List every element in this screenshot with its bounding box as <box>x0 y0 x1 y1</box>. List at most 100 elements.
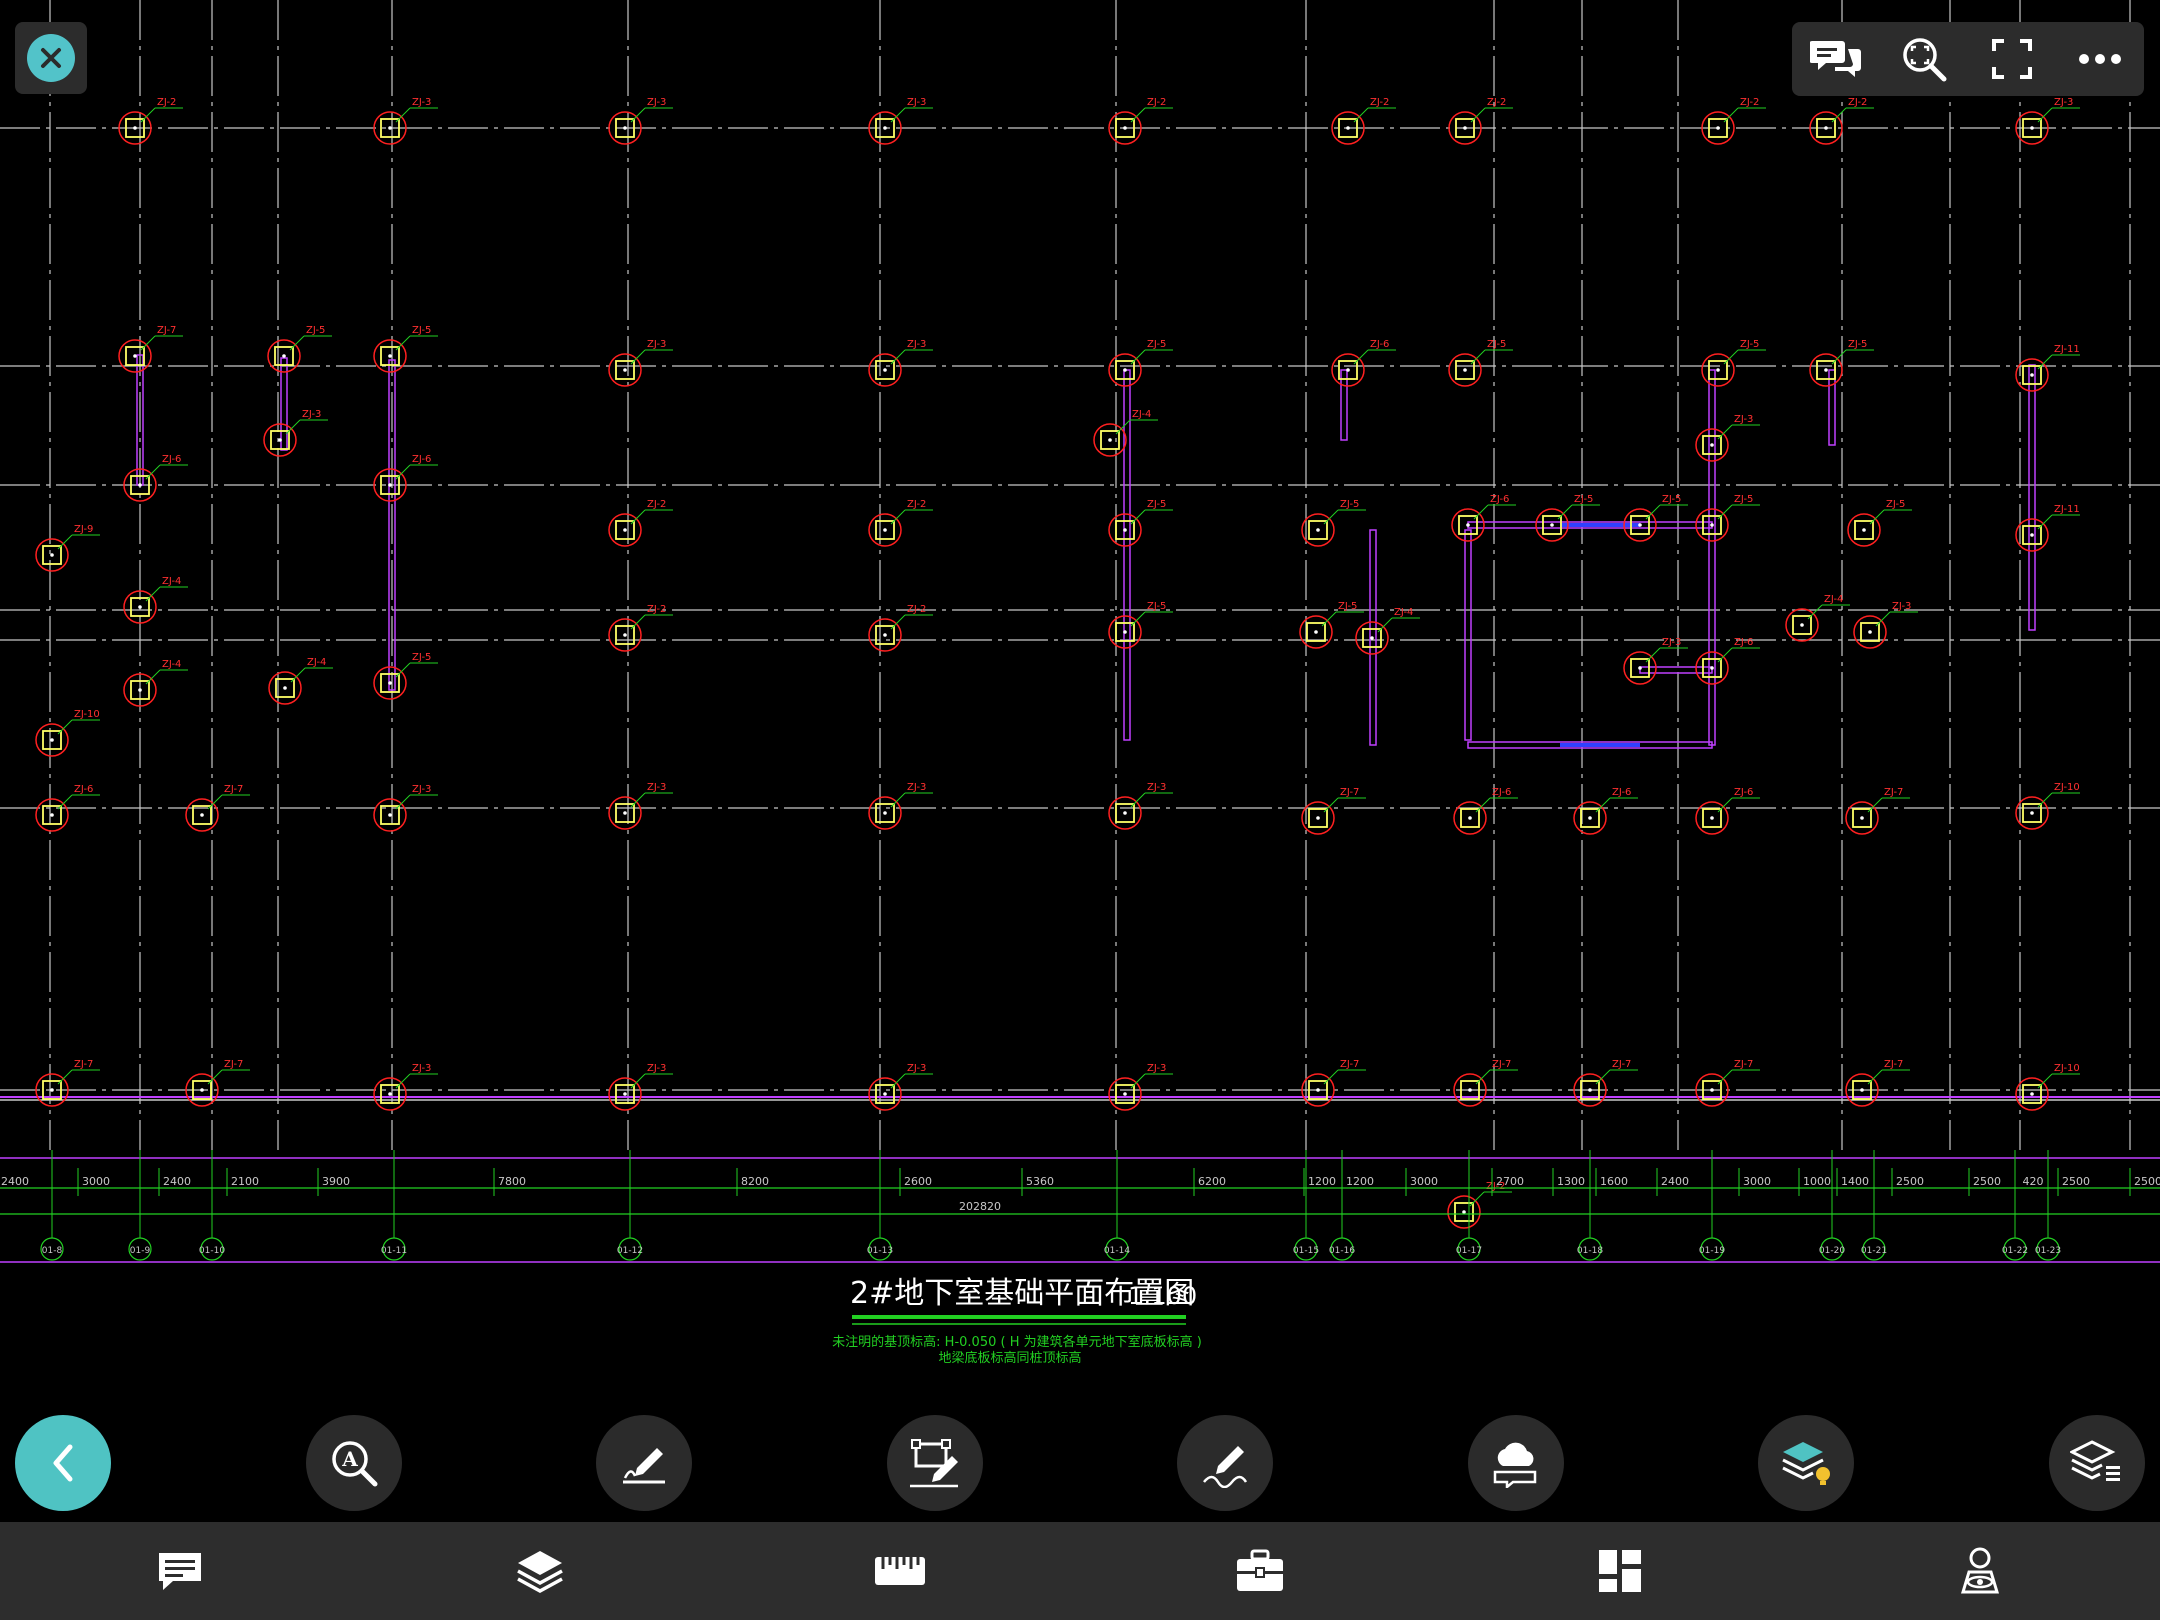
footing-center <box>1466 523 1470 527</box>
dimension-label: 2400 <box>163 1175 191 1188</box>
footing-label: ZJ-7 <box>157 325 176 336</box>
footing-label: ZJ-4 <box>162 659 181 670</box>
cloud-comment-button[interactable] <box>1468 1415 1564 1511</box>
footing-center <box>1800 623 1804 627</box>
close-button[interactable] <box>15 22 87 94</box>
dimension-label: 2400 <box>1661 1175 1689 1188</box>
footing-label: ZJ-7 <box>74 1059 93 1070</box>
footing-center <box>623 811 627 815</box>
footing-center <box>2030 373 2034 377</box>
footing-center <box>1123 368 1127 372</box>
footing-label: ZJ-2 <box>1147 97 1166 108</box>
footing-center <box>2030 126 2034 130</box>
footing-center <box>1710 443 1714 447</box>
text-search-icon: A <box>329 1438 379 1488</box>
axis-label: 01-13 <box>867 1246 893 1256</box>
back-button[interactable] <box>15 1415 111 1511</box>
footing-center <box>1463 126 1467 130</box>
footing-label: ZJ-9 <box>74 524 93 535</box>
beam <box>1708 369 1716 746</box>
footing-center <box>1588 1088 1592 1092</box>
dimension-label: 420 <box>2023 1175 2044 1188</box>
grid-icon[interactable] <box>1572 1531 1668 1611</box>
footing-center <box>2030 1092 2034 1096</box>
footing-label: ZJ-4 <box>162 576 181 587</box>
footing-label: ZJ-7 <box>1340 787 1359 798</box>
footing-label: ZJ-10 <box>2054 1063 2080 1074</box>
layer-list-button[interactable] <box>2049 1415 2145 1511</box>
footing-center <box>1824 126 1828 130</box>
dimension-label: 1600 <box>1600 1175 1628 1188</box>
footing-label: ZJ-6 <box>1490 494 1509 505</box>
footing-center <box>883 811 887 815</box>
dimension-label: 1300 <box>1557 1175 1585 1188</box>
dimension-label: 2500 <box>2062 1175 2090 1188</box>
footing-center <box>388 126 392 130</box>
footing-center <box>388 681 392 685</box>
footing-label: ZJ-6 <box>162 454 181 465</box>
markup-box-button[interactable] <box>887 1415 983 1511</box>
footing-center <box>1316 816 1320 820</box>
dimension-label: 5360 <box>1026 1175 1054 1188</box>
comment-icon[interactable] <box>132 1531 228 1611</box>
dimension-label: 2500 <box>1896 1175 1924 1188</box>
pen-sign-icon <box>619 1438 669 1488</box>
footing-label: ZJ-6 <box>74 784 93 795</box>
dimension-label: 1200 <box>1346 1175 1374 1188</box>
footing-center <box>1314 630 1318 634</box>
footing-label: ZJ-3 <box>647 1063 666 1074</box>
footing-center <box>883 633 887 637</box>
footing-label: ZJ-4 <box>1132 409 1151 420</box>
beam <box>2028 364 2036 631</box>
comments-icon[interactable] <box>1804 27 1868 91</box>
footing-center <box>282 354 286 358</box>
briefcase-icon[interactable] <box>1212 1531 1308 1611</box>
dimension-label: 1000 <box>1803 1175 1831 1188</box>
footing-label: ZJ-2 <box>1370 97 1389 108</box>
footing-center <box>883 528 887 532</box>
footing-center <box>1868 630 1872 634</box>
axis-label: 01-22 <box>2002 1246 2028 1256</box>
cad-drawing-canvas[interactable]: ZJ-2 ZJ-3 ZJ-3 ZJ-3 ZJ-2 ZJ-2 ZJ-2 ZJ-2 ZJ-2 ZJ-3… <box>0 0 2160 1620</box>
more-icon[interactable] <box>2068 27 2132 91</box>
footing-center <box>1710 1088 1714 1092</box>
footing-label: ZJ-5 <box>1662 494 1681 505</box>
drawing-scale: 1:100 <box>1128 1282 1197 1310</box>
text-search-button[interactable]: A <box>306 1415 402 1511</box>
footing-label: ZJ-6 <box>412 454 431 465</box>
footing-label: ZJ-2 <box>1848 97 1867 108</box>
footing-center <box>1462 1210 1466 1214</box>
dimension-label: 1400 <box>1841 1175 1869 1188</box>
footing-label: ZJ-3 <box>2054 97 2073 108</box>
dimension-label: 2600 <box>904 1175 932 1188</box>
footing-center <box>1316 1088 1320 1092</box>
fullscreen-icon[interactable] <box>1980 27 2044 91</box>
footing-center <box>50 813 54 817</box>
eye-person-icon[interactable] <box>1932 1531 2028 1611</box>
dimension-label: 2100 <box>231 1175 259 1188</box>
footings: ZJ-2 ZJ-3 ZJ-3 ZJ-3 ZJ-2 ZJ-2 ZJ-2 ZJ-2 ZJ-2 ZJ-3… <box>35 97 2080 1229</box>
footing-label: ZJ-11 <box>2054 344 2080 355</box>
footing-label: ZJ-5 <box>1147 601 1166 612</box>
footing-center <box>623 633 627 637</box>
ruler-icon[interactable] <box>852 1531 948 1611</box>
axis-label: 01-15 <box>1293 1246 1319 1256</box>
footing-label: ZJ-5 <box>1338 601 1357 612</box>
axis-label: 01-9 <box>130 1246 151 1256</box>
markup-pen-button[interactable] <box>596 1415 692 1511</box>
footing-label: ZJ-10 <box>2054 782 2080 793</box>
revision-pen-button[interactable] <box>1177 1415 1273 1511</box>
footing-center <box>1108 438 1112 442</box>
layers-icon[interactable] <box>492 1531 588 1611</box>
zoom-fit-icon[interactable] <box>1892 27 1956 91</box>
dimension-label: 3900 <box>322 1175 350 1188</box>
footing-center <box>1860 1088 1864 1092</box>
footing-label: ZJ-5 <box>1147 499 1166 510</box>
footing-center <box>2030 533 2034 537</box>
beam <box>1340 369 1348 441</box>
layer-bulb-button[interactable] <box>1758 1415 1854 1511</box>
footing-label: ZJ-3 <box>907 1063 926 1074</box>
close-icon <box>27 34 75 82</box>
footing-label: ZJ-3 <box>1147 1063 1166 1074</box>
footing-center <box>1346 126 1350 130</box>
